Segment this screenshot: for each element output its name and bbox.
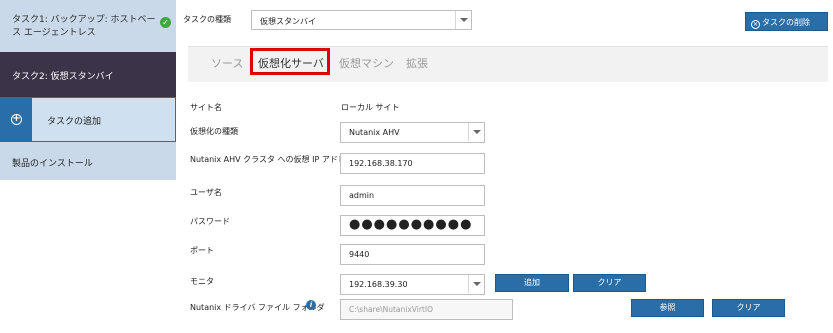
- add-task-label: タスクの追加: [47, 117, 102, 127]
- task-type-label: タスクの種類: [183, 15, 231, 24]
- plus-icon: +: [11, 113, 22, 125]
- chevron-down-icon: [468, 123, 484, 141]
- driver-folder-label: Nutanix ドライバ ファイル フォルダ: [190, 303, 325, 312]
- chevron-down-icon: [468, 275, 484, 293]
- tab-source[interactable]: ソース: [211, 55, 243, 71]
- monitor-add-button[interactable]: 追加: [495, 274, 569, 292]
- sidebar-item-task2[interactable]: タスク2: 仮想スタンバイ: [0, 52, 176, 97]
- monitor-value: 192.168.39.30: [349, 280, 408, 289]
- driver-folder-value: C:\share\NutanixVirtIO: [349, 305, 433, 314]
- delete-task-button[interactable]: ✕ タスクの削除: [745, 12, 828, 31]
- site-label: サイト名: [190, 103, 222, 112]
- password-value: ●●●●●●●●●●: [349, 217, 473, 232]
- virt-type-select[interactable]: Nutanix AHV: [340, 122, 485, 143]
- monitor-label: モニタ: [190, 277, 214, 286]
- port-input[interactable]: 9440: [340, 244, 485, 265]
- username-value: admin: [349, 191, 375, 200]
- chevron-down-icon: [455, 11, 471, 29]
- username-input[interactable]: admin: [340, 185, 485, 206]
- password-label: パスワード: [190, 217, 230, 226]
- sidebar-item-install-label: 製品のインストール: [12, 159, 93, 169]
- info-icon[interactable]: i: [306, 300, 316, 310]
- delete-task-label: タスクの削除: [762, 18, 810, 27]
- port-value: 9440: [349, 250, 370, 259]
- task-type-value: 仮想スタンバイ: [260, 17, 316, 26]
- sidebar-item-task1-label: タスク1: バックアップ: ホストベース エージェントレス: [12, 15, 156, 38]
- tab-extension[interactable]: 拡張: [406, 55, 428, 71]
- cluster-ip-label: Nutanix AHV クラスタ への仮想 IP アドレス: [190, 155, 354, 164]
- add-task-button[interactable]: + タスクの追加: [0, 97, 176, 142]
- driver-clear-button[interactable]: クリア: [712, 299, 785, 317]
- cluster-ip-input[interactable]: 192.168.38.170: [340, 153, 485, 174]
- task-type-select[interactable]: 仮想スタンバイ: [251, 10, 472, 30]
- active-tab-highlight: [250, 48, 330, 75]
- monitor-clear-button[interactable]: クリア: [573, 274, 646, 292]
- tab-virtual-machine[interactable]: 仮想マシン: [339, 55, 394, 71]
- close-icon: ✕: [751, 20, 760, 29]
- site-value: ローカル サイト: [341, 103, 400, 112]
- password-input[interactable]: ●●●●●●●●●●: [340, 215, 485, 236]
- sidebar: タスク1: バックアップ: ホストベース エージェントレス ✓ タスク2: 仮想…: [0, 0, 178, 333]
- driver-folder-input[interactable]: C:\share\NutanixVirtIO: [340, 299, 513, 320]
- virt-type-label: 仮想化の種類: [190, 127, 238, 136]
- cluster-ip-value: 192.168.38.170: [349, 159, 413, 168]
- add-task-icon-box: +: [1, 98, 32, 141]
- browse-button[interactable]: 参照: [631, 299, 704, 317]
- sidebar-item-task2-label: タスク2: 仮想スタンバイ: [12, 72, 114, 82]
- check-icon: ✓: [160, 17, 171, 28]
- monitor-select[interactable]: 192.168.39.30: [340, 274, 485, 295]
- virt-type-value: Nutanix AHV: [349, 128, 400, 137]
- username-label: ユーザ名: [190, 188, 222, 197]
- sidebar-item-task1[interactable]: タスク1: バックアップ: ホストベース エージェントレス ✓: [0, 0, 176, 52]
- sidebar-item-install[interactable]: 製品のインストール: [0, 142, 176, 180]
- port-label: ポート: [190, 246, 214, 255]
